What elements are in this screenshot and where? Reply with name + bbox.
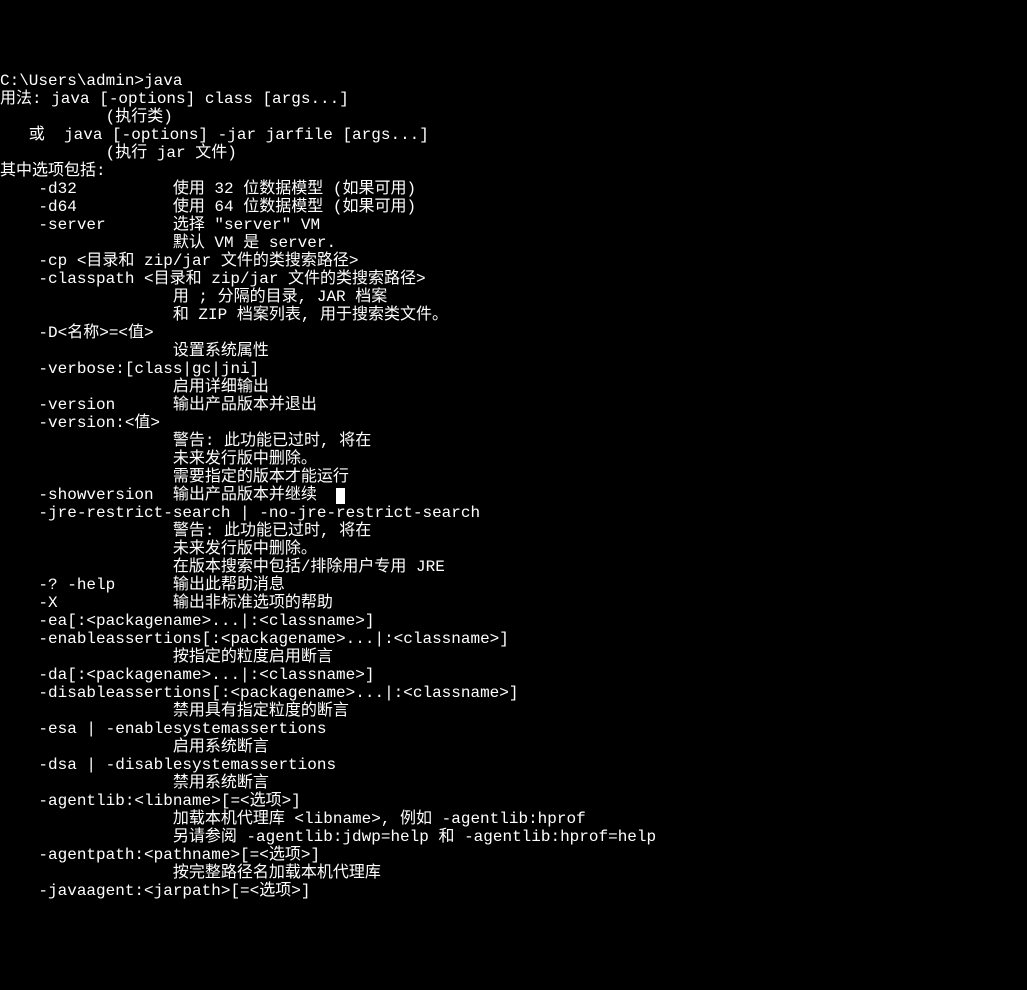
output-line: 加载本机代理库 <libname>, 例如 -agentlib:hprof [0,810,1027,828]
output-line: 用 ; 分隔的目录, JAR 档案 [0,288,1027,306]
output-lines-container: 用法: java [-options] class [args...] (执行类… [0,90,1027,900]
output-line: -dsa | -disablesystemassertions [0,756,1027,774]
output-line: -showversion 输出产品版本并继续 [0,486,1027,504]
command-prompt-line: C:\Users\admin>java [0,72,1027,90]
output-line: 启用详细输出 [0,378,1027,396]
output-line: -d64 使用 64 位数据模型 (如果可用) [0,198,1027,216]
output-line: -da[:<packagename>...|:<classname>] [0,666,1027,684]
output-line: -jre-restrict-search | -no-jre-restrict-… [0,504,1027,522]
output-line: -esa | -enablesystemassertions [0,720,1027,738]
output-line: 警告: 此功能已过时, 将在 [0,432,1027,450]
output-line: -server 选择 "server" VM [0,216,1027,234]
command-text: java [144,72,182,90]
output-line: 禁用系统断言 [0,774,1027,792]
output-line: -D<名称>=<值> [0,324,1027,342]
output-line: 或 java [-options] -jar jarfile [args...] [0,126,1027,144]
output-line: 启用系统断言 [0,738,1027,756]
output-line: -verbose:[class|gc|jni] [0,360,1027,378]
output-line: -version:<值> [0,414,1027,432]
output-line: -version 输出产品版本并退出 [0,396,1027,414]
output-line: (执行类) [0,108,1027,126]
terminal-output[interactable]: C:\Users\admin>java用法: java [-options] c… [0,72,1027,900]
output-line: -d32 使用 32 位数据模型 (如果可用) [0,180,1027,198]
output-line: 设置系统属性 [0,342,1027,360]
output-line: 其中选项包括: [0,162,1027,180]
output-line: 默认 VM 是 server. [0,234,1027,252]
output-line: -ea[:<packagename>...|:<classname>] [0,612,1027,630]
output-line: -? -help 输出此帮助消息 [0,576,1027,594]
output-line: 未来发行版中删除。 [0,540,1027,558]
output-line: -X 输出非标准选项的帮助 [0,594,1027,612]
prompt-path: C:\Users\admin> [0,72,144,90]
output-line: -classpath <目录和 zip/jar 文件的类搜索路径> [0,270,1027,288]
output-line: -cp <目录和 zip/jar 文件的类搜索路径> [0,252,1027,270]
output-line: 按完整路径名加载本机代理库 [0,864,1027,882]
output-line: 在版本搜索中包括/排除用户专用 JRE [0,558,1027,576]
output-line: -javaagent:<jarpath>[=<选项>] [0,882,1027,900]
output-line: -enableassertions[:<packagename>...|:<cl… [0,630,1027,648]
output-line: 需要指定的版本才能运行 [0,468,1027,486]
output-line: -agentlib:<libname>[=<选项>] [0,792,1027,810]
output-line: 用法: java [-options] class [args...] [0,90,1027,108]
output-line: 按指定的粒度启用断言 [0,648,1027,666]
output-line: 另请参阅 -agentlib:jdwp=help 和 -agentlib:hpr… [0,828,1027,846]
cursor-block [336,488,345,504]
output-line: 禁用具有指定粒度的断言 [0,702,1027,720]
output-line: 警告: 此功能已过时, 将在 [0,522,1027,540]
output-line: -disableassertions[:<packagename>...|:<c… [0,684,1027,702]
output-line: (执行 jar 文件) [0,144,1027,162]
output-line: 未来发行版中删除。 [0,450,1027,468]
output-line: 和 ZIP 档案列表, 用于搜索类文件。 [0,306,1027,324]
